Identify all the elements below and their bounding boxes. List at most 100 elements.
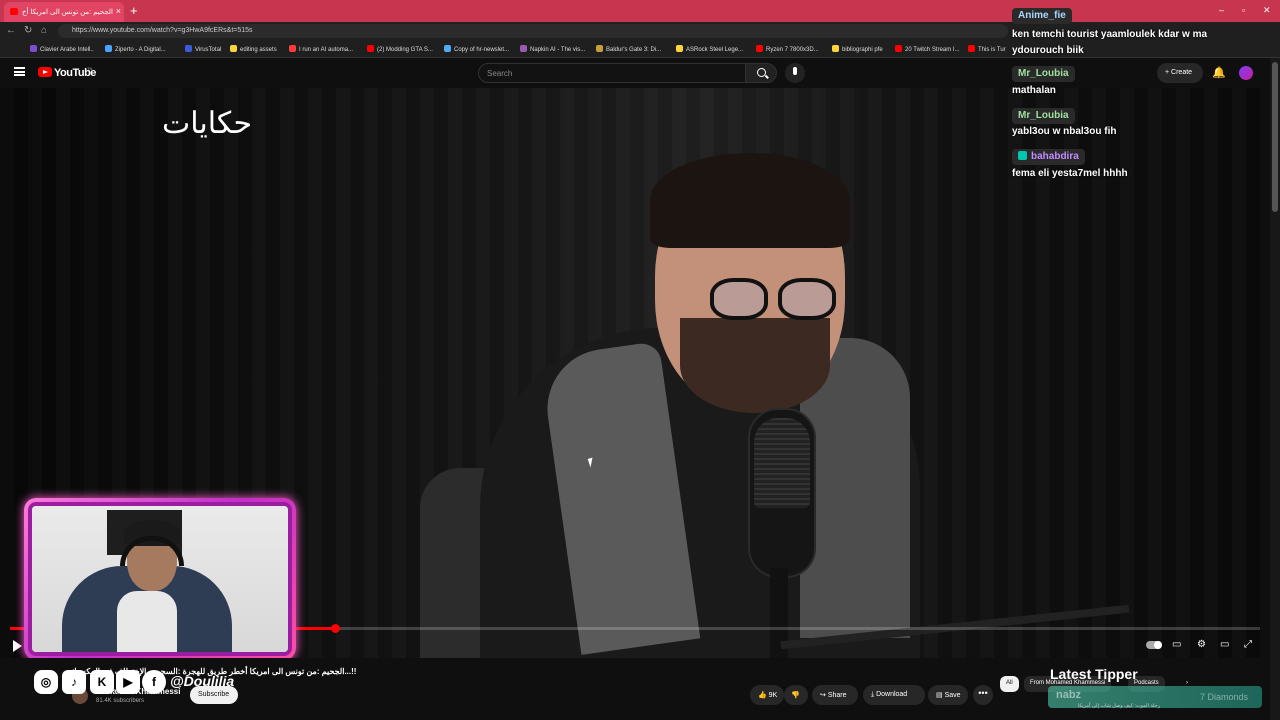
bookmark-favicon-icon xyxy=(30,45,37,52)
back-icon[interactable]: ← xyxy=(6,25,16,36)
host-glasses xyxy=(710,278,840,323)
close-tab-icon[interactable]: × xyxy=(116,6,121,16)
recommended-video-title[interactable]: رحلة الموت: كيف وصل شاب إلى أمريكا xyxy=(1078,703,1160,709)
chat-username[interactable]: bahabdira xyxy=(1012,149,1085,165)
host-beard xyxy=(680,318,830,413)
bookmark-label: editing assets xyxy=(240,47,277,53)
download-label: Download xyxy=(876,691,908,698)
voice-search-icon[interactable] xyxy=(785,63,805,83)
bookmark-favicon-icon xyxy=(756,45,763,52)
bookmark-label: I run an AI automa... xyxy=(299,47,354,53)
bookmark-item[interactable]: VirusTotal xyxy=(185,45,221,53)
chat-username[interactable]: Anime_fie xyxy=(1012,8,1072,24)
like-button[interactable]: 👍 9K xyxy=(750,685,784,705)
more-actions-button[interactable]: ••• xyxy=(973,685,993,705)
channel-watermark: حكايات xyxy=(162,106,252,141)
bookmark-item[interactable]: Ziperto - A Digital... xyxy=(105,45,166,53)
share-button[interactable]: ↪ Share xyxy=(812,685,858,705)
tipper-amount: 7 Diamonds xyxy=(1200,692,1249,702)
like-count: 9K xyxy=(768,692,778,699)
bookmark-label: Napkin AI - The vis... xyxy=(530,47,586,53)
bookmark-item[interactable]: Baldur's Gate 3: Di... xyxy=(596,45,661,53)
bookmark-label: (2) Modding GTA S... xyxy=(377,47,433,53)
chat-badge-icon xyxy=(1018,151,1027,160)
bookmark-favicon-icon xyxy=(444,45,451,52)
bookmark-favicon-icon xyxy=(185,45,192,52)
reload-icon[interactable]: ↻ xyxy=(24,25,32,36)
stream-chat-overlay: Anime_fie ken temchi tourist yaamloulek k… xyxy=(1008,8,1260,188)
chat-message: yabl3ou w nbal3ou fih xyxy=(1012,126,1117,137)
tab-title: الجحيم :من تونس الى امريكا أخ xyxy=(22,9,113,16)
bookmark-label: 20 Twitch Stream I... xyxy=(905,47,960,53)
search-icon xyxy=(757,68,766,77)
bookmark-favicon-icon xyxy=(676,45,683,52)
chat-username-text: Mr_Loubia xyxy=(1018,110,1069,121)
country-code: TN xyxy=(87,66,93,71)
bookmark-favicon-icon xyxy=(832,45,839,52)
bookmark-item[interactable]: 20 Twitch Stream I... xyxy=(895,45,960,53)
chip-all[interactable]: All xyxy=(1000,676,1019,692)
chat-username-text: Mr_Loubia xyxy=(1018,68,1069,79)
bookmark-item[interactable]: This is Tur xyxy=(968,45,1006,53)
bookmark-item[interactable]: bibliographi pfe xyxy=(832,45,883,53)
bookmark-label: Clavier Arabe Intell.. xyxy=(40,47,94,53)
bookmark-item[interactable]: Copy of hr-newslet... xyxy=(444,45,509,53)
autoplay-toggle[interactable] xyxy=(1146,641,1162,649)
bookmark-label: Baldur's Gate 3: Di... xyxy=(606,47,662,53)
youtube-logo-icon[interactable] xyxy=(38,67,52,77)
save-label: Save xyxy=(944,692,961,699)
search-input[interactable]: Search xyxy=(478,63,746,83)
bookmark-item[interactable]: ASRock Steel Lege... xyxy=(676,45,743,53)
save-button[interactable]: ▤ Save xyxy=(928,685,968,705)
bookmark-favicon-icon xyxy=(596,45,603,52)
bookmark-label: ASRock Steel Lege... xyxy=(686,47,744,53)
youtube-social-icon: ▶ xyxy=(116,670,140,694)
bookmark-item[interactable]: Napkin AI - The vis... xyxy=(520,45,585,53)
scrollbar-thumb[interactable] xyxy=(1272,62,1278,212)
bookmark-favicon-icon xyxy=(289,45,296,52)
bookmark-favicon-icon xyxy=(968,45,975,52)
share-icon: ↪ xyxy=(820,692,826,699)
social-handle: @Doulilia xyxy=(170,673,235,689)
close-window-icon[interactable]: ✕ xyxy=(1263,5,1271,16)
settings-icon[interactable]: ⚙ xyxy=(1197,639,1206,650)
youtube-favicon-icon xyxy=(10,8,18,15)
new-tab-icon[interactable]: + xyxy=(130,3,138,18)
instagram-icon: ◎ xyxy=(34,670,58,694)
dislike-icon: 👎 xyxy=(791,692,800,699)
bookmark-label: Copy of hr-newslet... xyxy=(454,47,510,53)
streamer-shirt xyxy=(117,591,177,652)
browser-tab[interactable]: الجحيم :من تونس الى امريكا أخ × xyxy=(4,2,124,22)
menu-icon[interactable] xyxy=(14,67,25,76)
page-scrollbar[interactable] xyxy=(1270,58,1280,720)
bookmark-item[interactable]: I run an AI automa... xyxy=(289,45,353,53)
bookmark-label: bibliographi pfe xyxy=(842,47,883,53)
bookmark-favicon-icon xyxy=(230,45,237,52)
theater-mode-icon[interactable]: ▭ xyxy=(1220,639,1229,650)
bookmark-favicon-icon xyxy=(895,45,902,52)
dislike-button[interactable]: 👎 xyxy=(784,685,808,705)
play-icon[interactable] xyxy=(13,640,22,652)
bookmark-favicon-icon xyxy=(520,45,527,52)
subtitles-icon[interactable]: ▭ xyxy=(1172,639,1181,650)
home-icon[interactable]: ⌂ xyxy=(41,25,47,36)
url-field[interactable]: https://www.youtube.com/watch?v=g3HwA9fc… xyxy=(58,24,1008,38)
scrubber-handle[interactable] xyxy=(331,624,340,633)
bookmark-item[interactable]: Clavier Arabe Intell.. xyxy=(30,45,94,53)
bookmark-item[interactable]: (2) Modding GTA S... xyxy=(367,45,433,53)
fullscreen-icon[interactable]: ⤢ xyxy=(1244,639,1252,650)
share-label: Share xyxy=(827,692,847,699)
chat-message: fema eli yesta7mel hhhh xyxy=(1012,168,1128,179)
like-icon: 👍 xyxy=(758,692,767,699)
chat-username[interactable]: Mr_Loubia xyxy=(1012,108,1075,124)
bookmark-label: Ziperto - A Digital... xyxy=(115,47,166,53)
search-button[interactable] xyxy=(745,63,777,83)
bookmark-item[interactable]: Ryzen 7 7800x3D... xyxy=(756,45,819,53)
bookmark-item[interactable]: editing assets xyxy=(230,45,277,53)
subscriber-count: 81.4K subscribers xyxy=(96,698,145,704)
save-icon: ▤ xyxy=(936,692,943,699)
video-info-area: الجحيم :من تونس الى امريكا أخطر طريق لله… xyxy=(0,658,1270,720)
tipper-name: nabz xyxy=(1056,689,1082,701)
download-button[interactable]: ⤓ Download xyxy=(863,685,925,705)
chat-username[interactable]: Mr_Loubia xyxy=(1012,66,1075,82)
